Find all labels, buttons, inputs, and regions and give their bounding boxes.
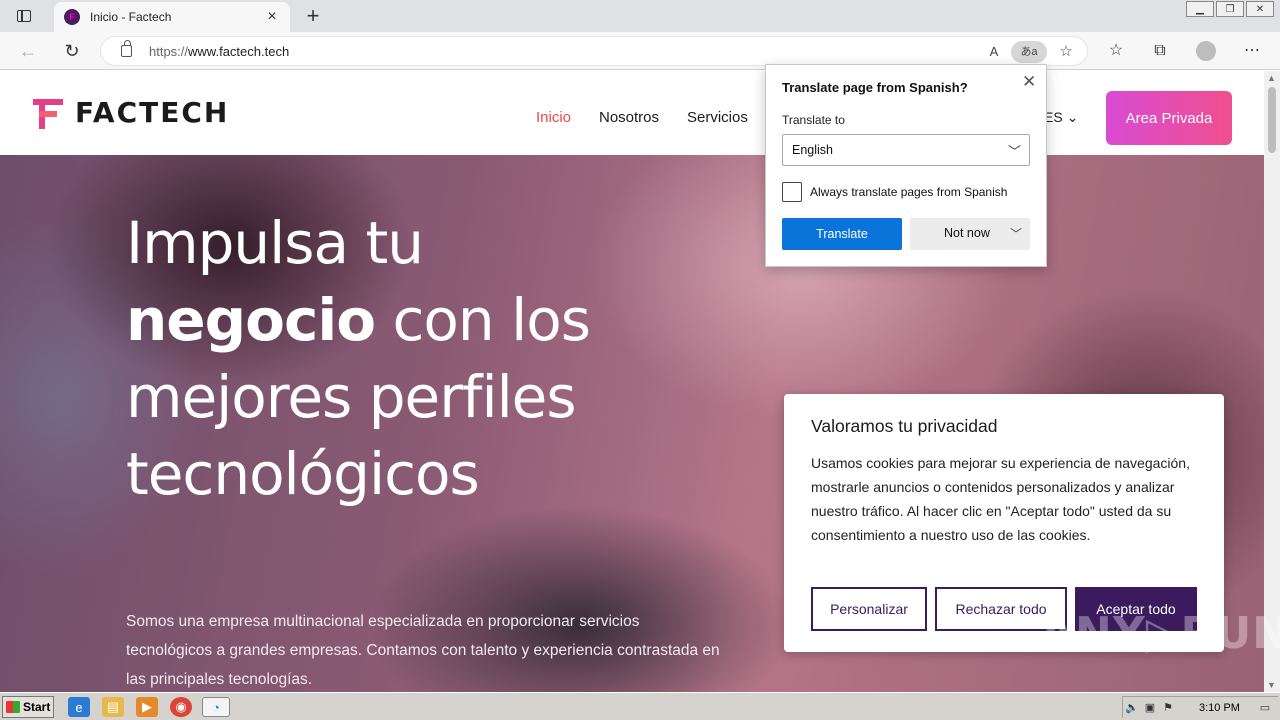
hero-subtitle: Somos una empresa multinacional especial… bbox=[126, 613, 720, 688]
start-button[interactable]: Start bbox=[2, 696, 54, 718]
translate-title: Translate page from Spanish? bbox=[782, 80, 968, 95]
personalizar-button[interactable]: Personalizar bbox=[811, 587, 927, 631]
logo-text: FACTECH bbox=[75, 96, 230, 129]
read-aloud-icon[interactable]: A bbox=[983, 41, 1005, 63]
site-header: FACTECH Inicio Nosotros Servicios ES ⌄ A… bbox=[0, 71, 1264, 155]
language-selector[interactable]: ES ⌄ bbox=[1044, 109, 1078, 126]
clock: 3:10 PM bbox=[1199, 701, 1240, 714]
translate-icon[interactable]: あa bbox=[1011, 41, 1047, 63]
translate-popup: Translate page from Spanish? ✕ Translate… bbox=[765, 64, 1047, 267]
profile-avatar[interactable] bbox=[1196, 41, 1216, 61]
browser-tab-strip: F Inicio - Factech × + ▁ ❐ ✕ bbox=[0, 0, 1280, 32]
scrollbar-thumb[interactable] bbox=[1268, 87, 1276, 153]
internet-explorer-icon[interactable]: e bbox=[68, 697, 90, 717]
windows-taskbar: Start e ▤ ▶ ◉ ◔ 🔈 ▣ ⚑ 3:10 PM ▭ bbox=[0, 692, 1280, 720]
close-window-icon[interactable]: ✕ bbox=[1246, 1, 1274, 17]
scroll-down-icon[interactable]: ▼ bbox=[1267, 680, 1276, 690]
favorites-icon[interactable]: ☆ bbox=[1104, 40, 1128, 62]
browser-toolbar: ← ↻ https://www.factech.tech A あa ☆ ☆ ⧉ … bbox=[0, 32, 1280, 70]
browser-tab[interactable]: F Inicio - Factech × bbox=[54, 2, 290, 32]
media-player-icon[interactable]: ▶ bbox=[136, 697, 158, 717]
edge-icon[interactable]: ◔ bbox=[202, 697, 230, 717]
window-controls: ▁ ❐ ✕ bbox=[1184, 1, 1274, 17]
not-now-button[interactable]: Not now ﹀ bbox=[910, 218, 1030, 250]
restore-icon[interactable]: ❐ bbox=[1216, 1, 1244, 17]
selected-language: English bbox=[792, 143, 833, 157]
cookie-text: Usamos cookies para mejorar su experienc… bbox=[811, 455, 1190, 543]
nav-servicios[interactable]: Servicios bbox=[687, 109, 748, 126]
always-translate-checkbox[interactable] bbox=[782, 182, 802, 202]
factech-logo[interactable]: FACTECH bbox=[33, 96, 229, 129]
close-icon[interactable]: ✕ bbox=[1022, 72, 1036, 92]
factech-favicon-icon: F bbox=[64, 9, 80, 25]
url-text: https://www.factech.tech bbox=[149, 44, 290, 59]
always-translate-label[interactable]: Always translate pages from Spanish bbox=[810, 185, 1007, 199]
collections-icon[interactable]: ⧉ bbox=[1148, 40, 1172, 62]
network-icon[interactable]: ▣ bbox=[1141, 701, 1159, 714]
new-tab-icon[interactable]: + bbox=[302, 3, 324, 29]
not-now-label: Not now bbox=[944, 226, 990, 240]
action-center-flag-icon[interactable]: ⚑ bbox=[1159, 701, 1177, 714]
tab-title: Inicio - Factech bbox=[90, 10, 172, 24]
more-options-icon[interactable]: ⋯ bbox=[1240, 40, 1264, 62]
chrome-icon[interactable]: ◉ bbox=[170, 697, 192, 717]
close-tab-icon[interactable]: × bbox=[264, 8, 280, 26]
show-desktop-icon[interactable]: ▭ bbox=[1256, 701, 1274, 714]
nav-inicio[interactable]: Inicio bbox=[536, 109, 571, 126]
tab-actions-icon[interactable] bbox=[10, 6, 38, 26]
translate-language-select[interactable]: English ﹀ bbox=[782, 134, 1030, 166]
anyrun-watermark: ANY▷RUN bbox=[1040, 608, 1280, 659]
volume-icon[interactable]: 🔈 bbox=[1123, 701, 1141, 714]
area-privada-button[interactable]: Area Privada bbox=[1106, 91, 1232, 145]
refresh-icon[interactable]: ↻ bbox=[60, 40, 84, 62]
chevron-down-icon[interactable]: ﹀ bbox=[1010, 225, 1022, 242]
windows-logo-icon bbox=[6, 701, 20, 713]
file-explorer-icon[interactable]: ▤ bbox=[102, 697, 124, 717]
minimize-icon[interactable]: ▁ bbox=[1186, 1, 1214, 17]
vertical-scrollbar[interactable]: ▲ ▼ bbox=[1264, 71, 1280, 692]
back-icon[interactable]: ← bbox=[16, 40, 40, 62]
scroll-up-icon[interactable]: ▲ bbox=[1267, 73, 1276, 83]
nav-nosotros[interactable]: Nosotros bbox=[599, 109, 659, 126]
translate-button[interactable]: Translate bbox=[782, 218, 902, 250]
lock-icon[interactable] bbox=[121, 40, 132, 57]
add-favorite-icon[interactable]: ☆ bbox=[1055, 41, 1077, 63]
address-bar[interactable]: https://www.factech.tech A あa ☆ bbox=[100, 36, 1088, 66]
factech-logo-mark-icon bbox=[33, 97, 63, 129]
system-tray: 🔈 ▣ ⚑ 3:10 PM ▭ bbox=[1122, 696, 1278, 718]
translate-to-label: Translate to bbox=[782, 113, 845, 127]
cookie-title: Valoramos tu privacidad bbox=[811, 416, 998, 436]
chevron-down-icon: ﹀ bbox=[1007, 144, 1021, 159]
hero-title: Impulsa tu negocio con los mejores perfi… bbox=[126, 209, 591, 508]
